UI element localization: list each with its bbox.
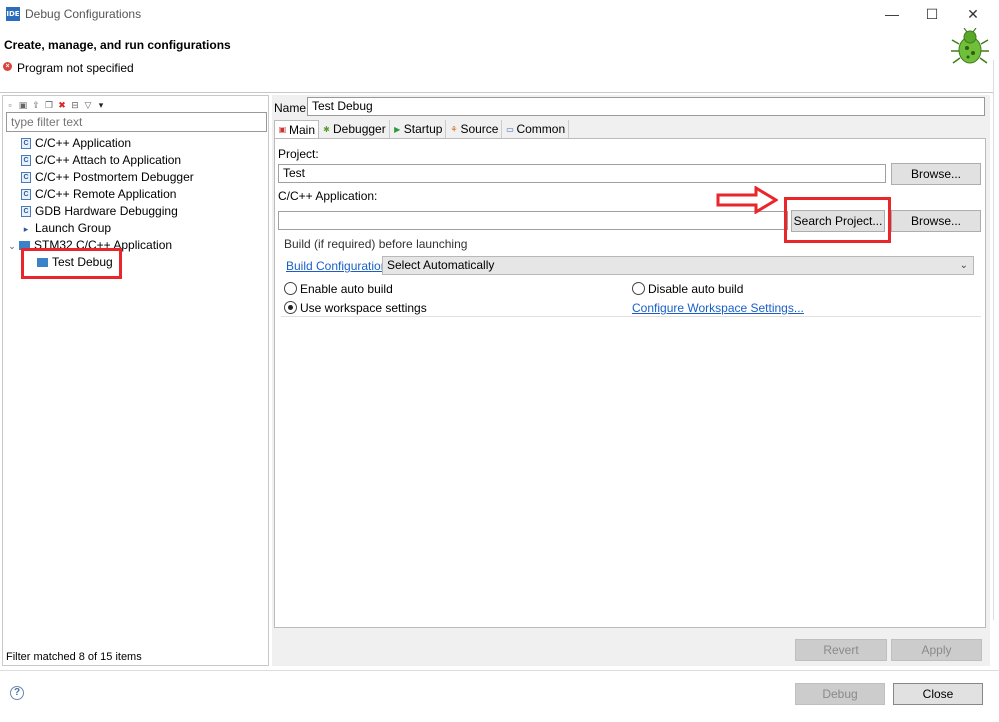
chevron-down-icon[interactable]: ⌄ <box>7 238 17 255</box>
project-browse-button[interactable]: Browse... <box>891 163 981 185</box>
bug-icon <box>951 28 989 64</box>
launch-group-icon: ▸ <box>23 223 29 234</box>
new-config-icon[interactable]: ▫ <box>5 100 15 110</box>
header-separator <box>0 92 999 93</box>
annotation-highlight-test-debug <box>21 248 122 279</box>
main-tab-content: Project: Test Browse... C/C++ Applicatio… <box>274 138 986 628</box>
ide-app-icon: IDE <box>6 7 20 21</box>
configuration-list-panel: ▫ ▣ ⇪ ❐ ✖ ⊟ ▽ ▾ CC/C++ Application CC/C+… <box>2 95 269 666</box>
configuration-editor-panel: Name: Test Debug ▣ Main ✱ Debugger ▶ Startu… <box>272 95 990 666</box>
c-app-icon: C <box>21 138 31 150</box>
project-field[interactable]: Test <box>278 164 886 183</box>
use-workspace-settings-label: Use workspace settings <box>300 301 427 315</box>
close-button[interactable]: Close <box>893 683 983 705</box>
tab-source[interactable]: ⚘ Source <box>446 120 503 138</box>
c-app-icon: C <box>21 155 31 167</box>
collapse-all-icon[interactable]: ⊟ <box>70 100 80 110</box>
view-menu-icon[interactable]: ▾ <box>96 100 106 110</box>
tree-item-c-application[interactable]: C C/C++ Application <box>21 135 131 152</box>
apply-button[interactable]: Apply <box>891 639 982 661</box>
tab-main[interactable]: ▣ Main <box>274 120 320 138</box>
filter-icon[interactable]: ▽ <box>83 100 93 110</box>
build-configuration-link[interactable]: Build Configuration: <box>286 259 391 273</box>
tree-item-c-remote[interactable]: C C/C++ Remote Application <box>21 186 176 203</box>
delete-icon[interactable]: ✖ <box>57 100 67 110</box>
filter-input[interactable] <box>6 112 267 132</box>
disable-auto-build-label: Disable auto build <box>648 282 744 296</box>
disable-auto-build-radio[interactable] <box>632 282 645 295</box>
tree-item-c-postmortem[interactable]: C C/C++ Postmortem Debugger <box>21 169 194 186</box>
build-group-title: Build (if required) before launching <box>284 237 468 251</box>
dialog-title: Create, manage, and run configurations <box>4 38 231 52</box>
c-app-icon: C <box>21 189 31 201</box>
config-tabs: ▣ Main ✱ Debugger ▶ Startup ⚘ Source ▭ Common <box>274 120 570 138</box>
enable-auto-build-radio[interactable] <box>284 282 297 295</box>
new-prototype-icon[interactable]: ▣ <box>18 100 28 110</box>
debugger-tab-icon: ✱ <box>323 124 330 134</box>
application-field[interactable] <box>278 211 788 230</box>
use-workspace-settings-radio[interactable] <box>284 301 297 314</box>
title-bar: IDE Debug Configurations — ☐ ✕ <box>0 0 999 28</box>
dialog-header: Create, manage, and run configurations ×… <box>0 28 999 92</box>
c-app-icon: C <box>21 206 31 218</box>
name-label: Name: <box>274 101 310 115</box>
build-configuration-select[interactable]: Select Automatically ⌄ <box>382 256 974 275</box>
left-toolbar: ▫ ▣ ⇪ ❐ ✖ ⊟ ▽ ▾ <box>5 98 106 112</box>
tree-item-launch-group[interactable]: ▸ Launch Group <box>21 220 111 237</box>
name-input[interactable]: Test Debug <box>307 97 985 116</box>
source-tab-icon: ⚘ <box>450 124 458 134</box>
minimize-button[interactable]: — <box>880 4 904 24</box>
error-message: Program not specified <box>17 61 134 75</box>
revert-button[interactable]: Revert <box>795 639 887 661</box>
application-label: C/C++ Application: <box>278 189 378 203</box>
maximize-button[interactable]: ☐ <box>920 4 944 24</box>
window-title: Debug Configurations <box>25 7 142 21</box>
error-icon: × <box>3 62 12 71</box>
background-window-edge <box>993 60 999 620</box>
close-window-button[interactable]: ✕ <box>961 4 985 24</box>
enable-auto-build-label: Enable auto build <box>300 282 393 296</box>
application-browse-button[interactable]: Browse... <box>891 210 981 232</box>
project-label: Project: <box>278 147 319 161</box>
annotation-highlight-search-project <box>784 197 891 243</box>
tree-item-c-attach[interactable]: C C/C++ Attach to Application <box>21 152 181 169</box>
tab-startup[interactable]: ▶ Startup <box>390 120 447 138</box>
filter-status: Filter matched 8 of 15 items <box>6 651 142 663</box>
common-tab-icon: ▭ <box>506 124 514 134</box>
tab-debugger[interactable]: ✱ Debugger <box>319 120 390 138</box>
footer-separator <box>0 670 999 671</box>
configure-workspace-link[interactable]: Configure Workspace Settings... <box>632 301 804 315</box>
tree-item-gdb-hardware[interactable]: C GDB Hardware Debugging <box>21 203 178 220</box>
duplicate-icon[interactable]: ❐ <box>44 100 54 110</box>
annotation-arrow-icon <box>716 186 778 214</box>
help-icon[interactable]: ? <box>10 686 24 700</box>
chevron-down-icon: ⌄ <box>959 260 968 271</box>
main-tab-icon: ▣ <box>278 125 287 134</box>
tab-common[interactable]: ▭ Common <box>502 120 570 138</box>
c-app-icon: C <box>21 172 31 184</box>
startup-tab-icon: ▶ <box>394 124 401 134</box>
debug-button[interactable]: Debug <box>795 683 885 705</box>
export-icon[interactable]: ⇪ <box>31 100 41 110</box>
